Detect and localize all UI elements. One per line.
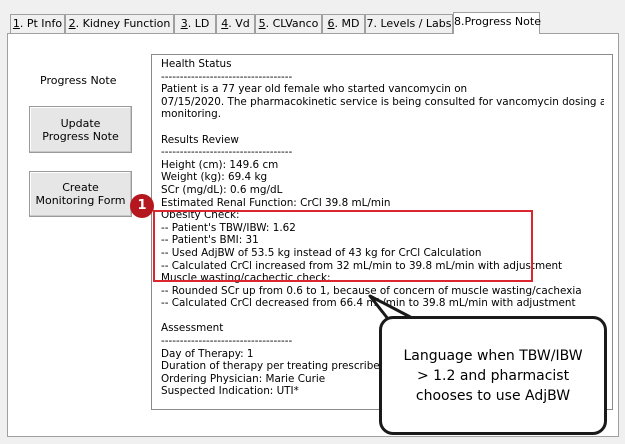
tab-key: 8 xyxy=(454,15,461,28)
tab-progress-note[interactable]: 8.Progress Note xyxy=(453,12,541,34)
tab-label: .Progress Note xyxy=(461,15,541,28)
callout-line: Language when TBW/IBW xyxy=(403,347,583,364)
callout-line: chooses to use AdjBW xyxy=(415,387,571,404)
callout-line: > 1.2 and pharmacist xyxy=(416,367,570,384)
annotation-callout: Language when TBW/IBW > 1.2 and pharmaci… xyxy=(379,316,607,435)
